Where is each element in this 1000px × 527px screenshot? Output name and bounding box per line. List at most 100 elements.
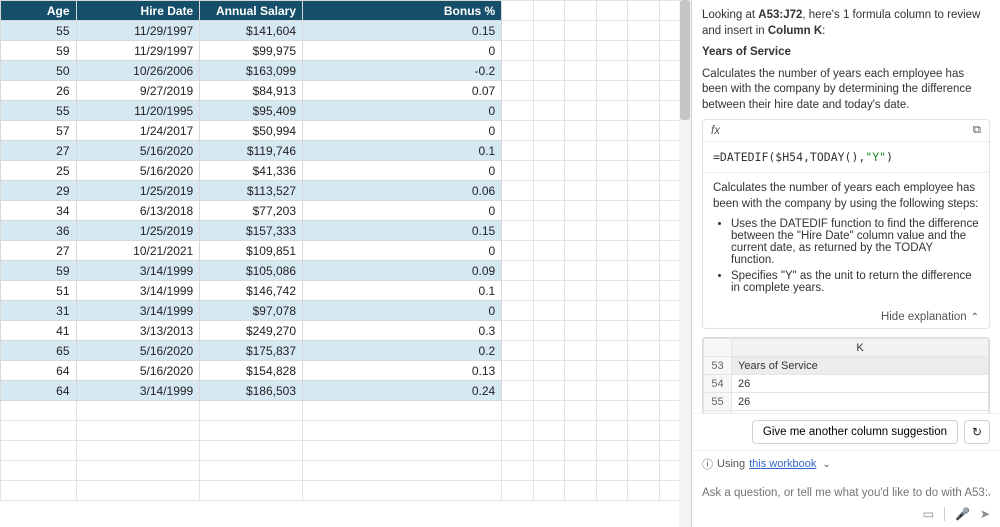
cell-bonus[interactable]: 0 (303, 241, 502, 261)
table-row[interactable]: 593/14/1999$105,0860.09 (1, 261, 691, 281)
table-row[interactable]: 255/16/2020$41,3360 (1, 161, 691, 181)
vertical-scrollbar[interactable] (679, 0, 691, 527)
cell-empty[interactable] (502, 201, 533, 221)
table-row[interactable]: 2710/21/2021$109,8510 (1, 241, 691, 261)
cell-empty[interactable] (628, 181, 659, 201)
cell-age[interactable]: 51 (1, 281, 77, 301)
cell-empty[interactable] (628, 301, 659, 321)
cell-empty[interactable] (565, 201, 596, 221)
table-row[interactable]: 643/14/1999$186,5030.24 (1, 381, 691, 401)
cell-empty[interactable] (596, 321, 627, 341)
cell-salary[interactable]: $163,099 (200, 61, 303, 81)
cell-age[interactable]: 55 (1, 101, 77, 121)
table-row[interactable]: 269/27/2019$84,9130.07 (1, 81, 691, 101)
cell-empty[interactable] (502, 181, 533, 201)
cell-empty[interactable] (303, 461, 502, 481)
cell-empty[interactable] (533, 181, 564, 201)
cell-hire[interactable]: 5/16/2020 (76, 341, 200, 361)
cell-empty[interactable] (533, 361, 564, 381)
cell-empty[interactable] (502, 361, 533, 381)
cell-salary[interactable]: $84,913 (200, 81, 303, 101)
cell-empty[interactable] (628, 61, 659, 81)
cell-empty[interactable] (628, 421, 659, 441)
cell-empty[interactable] (628, 481, 659, 501)
table-row-empty[interactable] (1, 481, 691, 501)
cell-empty[interactable] (596, 261, 627, 281)
cell-empty[interactable] (596, 381, 627, 401)
cell-empty[interactable] (1, 461, 77, 481)
hide-explanation-toggle[interactable]: Hide explanation (703, 306, 989, 328)
cell-empty[interactable] (628, 81, 659, 101)
cell-hire[interactable]: 11/20/1995 (76, 101, 200, 121)
scrollbar-thumb[interactable] (680, 0, 690, 120)
table-row-empty[interactable] (1, 421, 691, 441)
cell-empty[interactable] (533, 81, 564, 101)
cell-empty[interactable] (533, 221, 564, 241)
mic-icon[interactable]: 🎤 (955, 507, 970, 521)
cell-empty[interactable] (565, 381, 596, 401)
cell-empty[interactable] (565, 61, 596, 81)
cell-hire[interactable]: 5/16/2020 (76, 141, 200, 161)
cell-empty[interactable] (533, 461, 564, 481)
cell-salary[interactable]: $157,333 (200, 221, 303, 241)
cell-empty[interactable] (596, 281, 627, 301)
cell-empty[interactable] (200, 461, 303, 481)
cell-empty[interactable] (533, 321, 564, 341)
workbook-link[interactable]: this workbook (749, 458, 816, 470)
cell-bonus[interactable]: 0 (303, 161, 502, 181)
cell-bonus[interactable]: 0 (303, 201, 502, 221)
cell-bonus[interactable]: 0.07 (303, 81, 502, 101)
cell-empty[interactable] (596, 441, 627, 461)
cell-empty[interactable] (533, 41, 564, 61)
cell-salary[interactable]: $77,203 (200, 201, 303, 221)
cell-empty[interactable] (628, 401, 659, 421)
col-empty[interactable] (565, 1, 596, 21)
cell-salary[interactable]: $113,527 (200, 181, 303, 201)
cell-salary[interactable]: $249,270 (200, 321, 303, 341)
cell-age[interactable]: 36 (1, 221, 77, 241)
cell-hire[interactable]: 5/16/2020 (76, 161, 200, 181)
cell-empty[interactable] (596, 61, 627, 81)
cell-salary[interactable]: $119,746 (200, 141, 303, 161)
table-row-empty[interactable] (1, 461, 691, 481)
cell-age[interactable]: 34 (1, 201, 77, 221)
cell-empty[interactable] (565, 241, 596, 261)
cell-age[interactable]: 57 (1, 121, 77, 141)
cell-bonus[interactable]: 0 (303, 121, 502, 141)
cell-empty[interactable] (565, 141, 596, 161)
table-row[interactable]: 645/16/2020$154,8280.13 (1, 361, 691, 381)
cell-empty[interactable] (565, 21, 596, 41)
cell-empty[interactable] (533, 61, 564, 81)
notebook-icon[interactable]: ▭ (923, 507, 934, 521)
cell-empty[interactable] (502, 481, 533, 501)
cell-empty[interactable] (502, 441, 533, 461)
cell-empty[interactable] (533, 381, 564, 401)
table-row-empty[interactable] (1, 401, 691, 421)
cell-empty[interactable] (533, 421, 564, 441)
cell-empty[interactable] (502, 461, 533, 481)
data-table[interactable]: Age Hire Date Annual Salary Bonus % 5511… (0, 0, 691, 501)
cell-empty[interactable] (502, 101, 533, 121)
cell-empty[interactable] (565, 121, 596, 141)
cell-empty[interactable] (596, 241, 627, 261)
cell-empty[interactable] (1, 441, 77, 461)
cell-empty[interactable] (596, 121, 627, 141)
cell-empty[interactable] (76, 441, 200, 461)
cell-empty[interactable] (533, 341, 564, 361)
cell-empty[interactable] (596, 341, 627, 361)
cell-empty[interactable] (533, 121, 564, 141)
cell-empty[interactable] (303, 481, 502, 501)
cell-empty[interactable] (628, 201, 659, 221)
cell-age[interactable]: 25 (1, 161, 77, 181)
cell-bonus[interactable]: 0.2 (303, 341, 502, 361)
cell-bonus[interactable]: 0.13 (303, 361, 502, 381)
cell-empty[interactable] (533, 481, 564, 501)
cell-empty[interactable] (533, 261, 564, 281)
cell-empty[interactable] (565, 421, 596, 441)
cell-empty[interactable] (502, 301, 533, 321)
cell-empty[interactable] (628, 141, 659, 161)
cell-hire[interactable]: 6/13/2018 (76, 201, 200, 221)
cell-empty[interactable] (565, 401, 596, 421)
cell-empty[interactable] (596, 421, 627, 441)
cell-empty[interactable] (502, 381, 533, 401)
